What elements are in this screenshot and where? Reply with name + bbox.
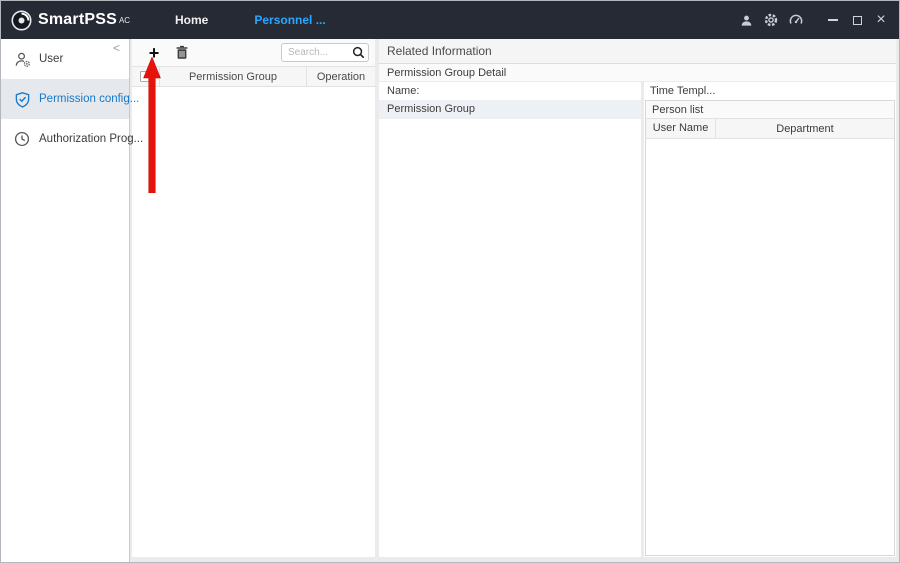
tab-home[interactable]: Home bbox=[175, 1, 208, 39]
app-name: SmartPSS bbox=[38, 11, 117, 29]
main-tabs: Home Personnel ... bbox=[175, 1, 326, 39]
column-operation: Operation bbox=[307, 71, 375, 83]
user-gear-icon bbox=[14, 51, 31, 68]
close-button[interactable]: × bbox=[873, 11, 889, 29]
time-template-column: Time Templ... Person list User Name Depa… bbox=[644, 82, 896, 557]
sidebar-item-label: Permission config... bbox=[39, 93, 139, 105]
group-name-value: Permission Group bbox=[379, 100, 641, 119]
person-list-box: Person list User Name Department bbox=[645, 100, 895, 556]
column-department: Department bbox=[716, 123, 894, 135]
sidebar: < User bbox=[1, 39, 130, 562]
app-brand: SmartPSS AC bbox=[11, 10, 159, 31]
sidebar-item-label: Authorization Prog... bbox=[39, 133, 143, 145]
minimize-button[interactable] bbox=[825, 11, 841, 29]
group-table-header: Permission Group Operation bbox=[132, 66, 375, 87]
user-account-icon[interactable] bbox=[739, 13, 753, 27]
shield-check-icon bbox=[14, 91, 31, 108]
sidebar-item-user[interactable]: User bbox=[1, 39, 129, 79]
group-detail-empty-area bbox=[379, 119, 641, 557]
time-template-label: Time Templ... bbox=[644, 82, 896, 100]
group-toolbar: + bbox=[132, 39, 375, 66]
related-information-title: Related Information bbox=[379, 39, 896, 64]
column-permission-group: Permission Group bbox=[159, 67, 307, 86]
titlebar: SmartPSS AC Home Personnel ... bbox=[1, 1, 899, 39]
group-detail-column: Name: Permission Group bbox=[379, 82, 641, 557]
person-list-header: User Name Department bbox=[646, 119, 894, 139]
settings-gear-icon[interactable] bbox=[764, 13, 778, 27]
sidebar-item-authorization-progress[interactable]: Authorization Prog... bbox=[1, 119, 129, 159]
maximize-button[interactable] bbox=[849, 11, 865, 29]
name-label: Name: bbox=[379, 82, 641, 100]
app-logo-icon bbox=[11, 10, 32, 31]
related-body: Name: Permission Group Time Templ... Per… bbox=[379, 82, 896, 557]
titlebar-actions: × bbox=[728, 11, 899, 29]
app-badge: AC bbox=[119, 16, 130, 25]
related-information-panel: Related Information Permission Group Det… bbox=[379, 39, 896, 557]
tab-personnel[interactable]: Personnel ... bbox=[254, 1, 325, 39]
maximize-icon bbox=[853, 16, 862, 25]
permission-group-list bbox=[132, 87, 375, 557]
minimize-icon bbox=[828, 19, 838, 21]
add-button[interactable]: + bbox=[146, 43, 162, 63]
search-box bbox=[281, 43, 369, 62]
clock-icon bbox=[14, 131, 31, 148]
search-icon[interactable] bbox=[352, 46, 365, 59]
sidebar-collapse-button[interactable]: < bbox=[113, 41, 120, 55]
person-list bbox=[646, 139, 894, 555]
smartpss-window: SmartPSS AC Home Personnel ... bbox=[0, 0, 900, 563]
sidebar-item-label: User bbox=[39, 53, 63, 65]
person-list-title: Person list bbox=[646, 101, 894, 119]
trash-icon bbox=[175, 45, 189, 60]
delete-button[interactable] bbox=[175, 45, 189, 60]
search-input[interactable] bbox=[288, 47, 352, 58]
sidebar-item-permission-config[interactable]: Permission config... bbox=[1, 79, 129, 119]
dashboard-gauge-icon[interactable] bbox=[789, 13, 803, 27]
select-all-checkbox[interactable] bbox=[140, 71, 151, 82]
permission-group-panel: + bbox=[132, 39, 375, 557]
permission-group-detail-title: Permission Group Detail bbox=[379, 64, 896, 82]
column-user-name: User Name bbox=[646, 119, 716, 138]
main-content: < User bbox=[1, 39, 899, 562]
